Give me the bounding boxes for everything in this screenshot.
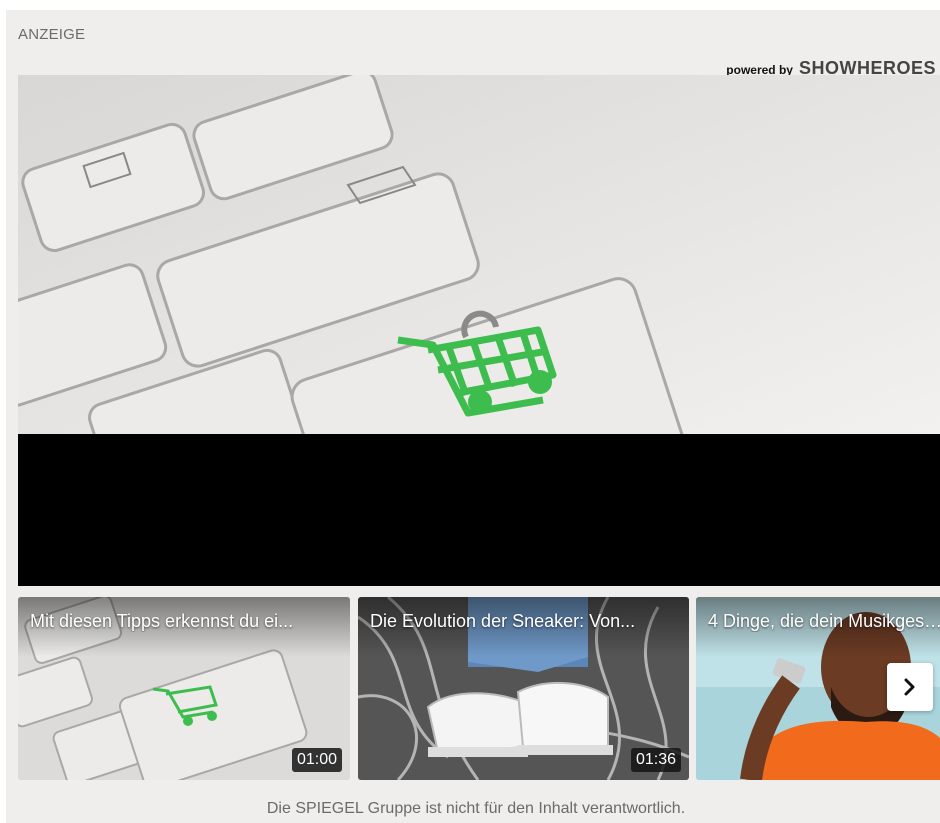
next-button[interactable] [887, 663, 933, 711]
chevron-right-icon [904, 678, 915, 696]
video-poster [18, 75, 940, 434]
duration-badge: 01:36 [630, 748, 681, 772]
duration-badge: 01:00 [291, 748, 342, 772]
playlist-item-title: Die Evolution der Sneaker: Von... [370, 611, 636, 631]
playlist-item[interactable]: Die Evolution der Sneaker: Von... 01:36 [358, 597, 689, 780]
playlist-item-title: Mit diesen Tipps erkennst du ei... [30, 611, 294, 631]
video-player[interactable] [18, 75, 940, 586]
ad-disclaimer: Die SPIEGEL Gruppe ist nicht für den Inh… [266, 800, 686, 817]
playlist-item[interactable]: Mit diesen Tipps erkennst du ei... 01:00 [18, 597, 350, 780]
ad-label: ANZEIGE [18, 26, 86, 43]
loading-spinner-icon [462, 311, 492, 341]
playlist-item-title: 4 Dinge, die dein Musikgeschmack [708, 611, 940, 631]
playlist: Mit diesen Tipps erkennst du ei... 01:00… [18, 597, 940, 781]
